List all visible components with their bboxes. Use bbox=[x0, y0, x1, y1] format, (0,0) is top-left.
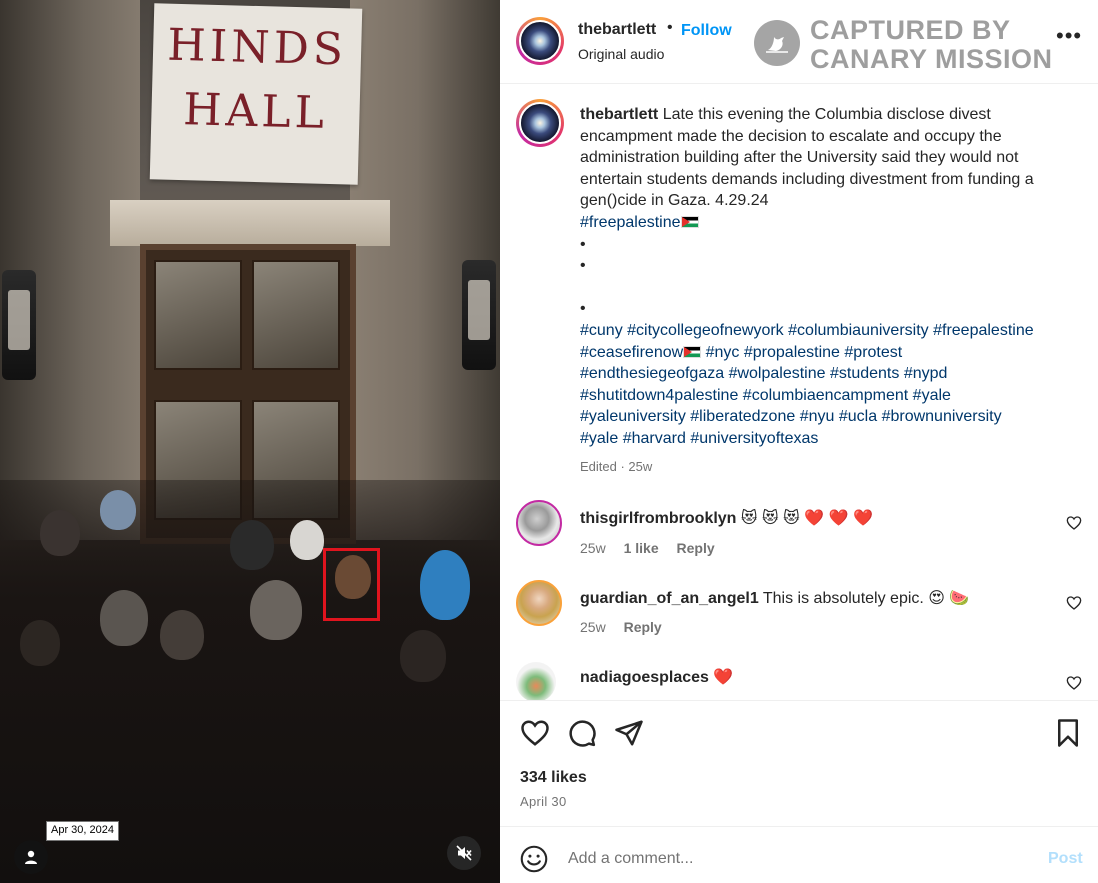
follow-button[interactable]: Follow bbox=[681, 22, 732, 40]
hashtag-link[interactable]: #nyu bbox=[800, 408, 835, 425]
hinds-hall-banner: HINDS HALL bbox=[149, 3, 363, 185]
palestine-flag-icon bbox=[680, 215, 699, 228]
more-options-icon[interactable]: ••• bbox=[1056, 25, 1082, 47]
comment-input[interactable] bbox=[568, 845, 1018, 873]
person-icon bbox=[25, 850, 37, 864]
watermark-text: CAPTURED BY CANARY MISSION bbox=[810, 15, 1053, 74]
comment-text: This is absolutely epic. bbox=[762, 590, 924, 607]
comment-item: nadiagoesplaces ❤️ bbox=[500, 660, 1098, 700]
comment-body: thisgirlfrombrooklyn 😻 😻 😻 ❤️ ❤️ ❤️ bbox=[580, 508, 873, 528]
post-media-video[interactable]: HINDS HALL bbox=[0, 0, 500, 883]
commenter-username[interactable]: thisgirlfrombrooklyn bbox=[580, 510, 736, 527]
hashtag-link[interactable]: #ceasefirenow bbox=[580, 344, 683, 361]
canary-mission-watermark: CAPTURED BY CANARY MISSION bbox=[754, 16, 1052, 74]
comment-like-heart-icon[interactable] bbox=[1066, 595, 1082, 611]
post-date[interactable]: April 30 bbox=[520, 794, 566, 809]
hashtag-link[interactable]: #students bbox=[830, 365, 899, 382]
hashtag-link[interactable]: #liberatedzone bbox=[690, 408, 795, 425]
comment-like-heart-icon[interactable] bbox=[1066, 675, 1082, 691]
hashtag-link[interactable]: #protest bbox=[844, 344, 902, 361]
hashtag-link[interactable]: #ucla bbox=[839, 408, 877, 425]
share-paper-plane-icon[interactable] bbox=[614, 718, 644, 748]
comment-composer: Post bbox=[500, 826, 1098, 883]
hashtag-link[interactable]: #citycollegeofnewyork bbox=[627, 322, 784, 339]
reply-button[interactable]: Reply bbox=[624, 619, 662, 635]
post-header: thebartlett • Follow Original audio CAPT… bbox=[500, 0, 1098, 84]
caption-bullet: • bbox=[580, 257, 586, 275]
like-heart-icon[interactable] bbox=[520, 718, 550, 748]
comment-body: guardian_of_an_angel1 This is absolutely… bbox=[580, 588, 969, 608]
door-lintel bbox=[110, 200, 390, 246]
comment-age[interactable]: 25w bbox=[580, 619, 606, 635]
hashtag-link[interactable]: #freepalestine bbox=[580, 214, 681, 231]
tagged-users-button[interactable] bbox=[14, 840, 48, 874]
hashtag-link[interactable]: #wolpalestine bbox=[729, 365, 826, 382]
save-bookmark-icon[interactable] bbox=[1053, 718, 1083, 748]
comment-emojis: ❤️ bbox=[713, 669, 734, 686]
comment-emojis: 😍 🍉 bbox=[928, 590, 970, 607]
hashtag-link[interactable]: #endthesiegeofgaza bbox=[580, 365, 724, 382]
commenter-avatar[interactable] bbox=[516, 662, 556, 700]
comment-like-heart-icon[interactable] bbox=[1066, 515, 1082, 531]
commenter-username[interactable]: guardian_of_an_angel1 bbox=[580, 590, 759, 607]
commenter-username[interactable]: nadiagoesplaces bbox=[580, 669, 709, 686]
reply-button[interactable]: Reply bbox=[677, 540, 715, 556]
hashtag-link[interactable]: #yaleuniversity bbox=[580, 408, 686, 425]
hashtag-link[interactable]: #universityoftexas bbox=[690, 430, 818, 447]
like-count[interactable]: 334 likes bbox=[520, 769, 587, 787]
post-details-panel: thebartlett • Follow Original audio CAPT… bbox=[500, 0, 1098, 883]
hashtag-link[interactable]: #nyc bbox=[706, 344, 740, 361]
hashtag-link[interactable]: #columbiaencampment bbox=[743, 387, 908, 404]
author-avatar[interactable] bbox=[516, 17, 564, 65]
date-tooltip: Apr 30, 2024 bbox=[46, 821, 119, 841]
comment-bubble-icon[interactable] bbox=[567, 718, 597, 748]
commenter-avatar[interactable] bbox=[516, 500, 562, 546]
hashtag-link[interactable]: #yale bbox=[580, 430, 618, 447]
emoji-picker-icon[interactable] bbox=[520, 845, 548, 873]
lamp-right bbox=[462, 260, 496, 370]
post-caption: thebartlett Late this evening the Columb… bbox=[580, 104, 1080, 450]
hashtag-link[interactable]: #yale bbox=[913, 387, 951, 404]
caption-author-avatar[interactable] bbox=[516, 99, 564, 147]
post-comment-button[interactable]: Post bbox=[1048, 850, 1083, 868]
comment-age[interactable]: 25w bbox=[580, 540, 606, 556]
comment-emojis: 😻 😻 😻 ❤️ ❤️ ❤️ bbox=[740, 510, 873, 527]
post-actions: 334 likes April 30 bbox=[500, 700, 1098, 825]
hashtag-link[interactable]: #shutitdown4palestine bbox=[580, 387, 738, 404]
caption-bullet: • bbox=[580, 300, 586, 318]
audio-label[interactable]: Original audio bbox=[578, 46, 664, 62]
comment-body: nadiagoesplaces ❤️ bbox=[580, 667, 733, 687]
comment-meta: 25w Reply bbox=[580, 619, 676, 635]
speaker-muted-icon bbox=[456, 845, 472, 861]
caption-username[interactable]: thebartlett bbox=[580, 106, 658, 123]
canary-logo-icon bbox=[754, 20, 800, 66]
separator-dot: • bbox=[667, 19, 673, 36]
hashtag-link[interactable]: #harvard bbox=[623, 430, 686, 447]
hashtag-link[interactable]: #columbiauniversity bbox=[788, 322, 929, 339]
commenter-avatar[interactable] bbox=[516, 580, 562, 626]
lamp-left bbox=[2, 270, 36, 380]
palestine-flag-icon bbox=[683, 345, 702, 358]
highlighted-person-box bbox=[323, 548, 380, 621]
hashtag-link[interactable]: #nypd bbox=[904, 365, 948, 382]
hashtag-link[interactable]: #brownuniversity bbox=[882, 408, 1002, 425]
hashtag-link[interactable]: #cuny bbox=[580, 322, 623, 339]
banner-text: HINDS HALL bbox=[166, 19, 348, 139]
hashtag-link[interactable]: #propalestine bbox=[744, 344, 840, 361]
hashtag-link[interactable]: #freepalestine bbox=[933, 322, 1034, 339]
mute-toggle-button[interactable] bbox=[447, 836, 481, 870]
author-username[interactable]: thebartlett bbox=[578, 21, 656, 39]
comment-meta: 25w 1 like Reply bbox=[580, 540, 729, 556]
comment-like-count[interactable]: 1 like bbox=[624, 540, 659, 556]
caption-bullet: • bbox=[580, 235, 586, 253]
edited-timestamp[interactable]: Edited · 25w bbox=[580, 459, 652, 474]
